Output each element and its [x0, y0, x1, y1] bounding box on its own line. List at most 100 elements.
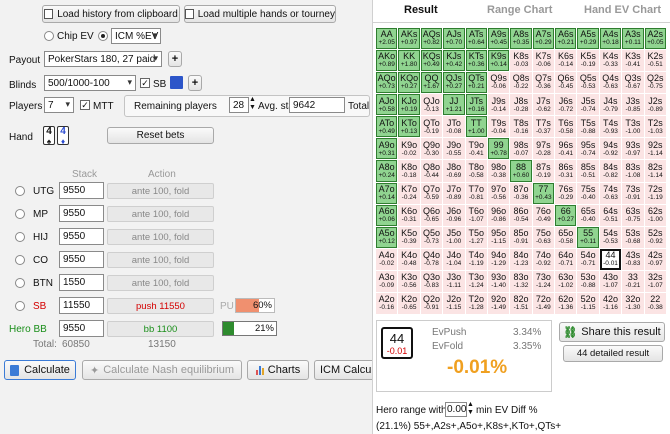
hand-cell[interactable]: KQo +0.27	[398, 72, 420, 94]
hand-cell[interactable]: Q9s -0.06	[487, 72, 510, 94]
hand-cell[interactable]: J4s -0.79	[599, 94, 622, 116]
hand-cell[interactable]: QTo -0.19	[420, 116, 443, 138]
hand-cell[interactable]: 65s -0.40	[577, 204, 599, 226]
hand-cell[interactable]: T5o -1.27	[465, 226, 487, 248]
hand-cell[interactable]: AQo +0.73	[376, 72, 398, 94]
hand-cell[interactable]: T9o -0.41	[465, 138, 487, 160]
hand-cell[interactable]: Q7s -0.36	[532, 72, 555, 94]
calculate-button[interactable]: Calculate	[4, 360, 76, 380]
chip-ev-radio[interactable]	[44, 31, 54, 41]
hand-cell[interactable]: 54s -0.53	[599, 226, 622, 248]
hand-cell[interactable]: A6o +0.06	[376, 204, 398, 226]
hand-cell[interactable]: 93o -1.40	[487, 270, 510, 292]
seat-stack-input[interactable]: 9550	[59, 320, 104, 337]
hand-cell[interactable]: 53s -0.68	[622, 226, 644, 248]
tab-range-chart[interactable]: Range Chart	[487, 4, 552, 16]
hand-cell[interactable]: KK +1.80	[398, 50, 420, 72]
hand-cell[interactable]: 43o -1.07	[599, 270, 622, 292]
hand-cell[interactable]: AQs +0.82	[420, 28, 443, 50]
min-ev-diff-input[interactable]: 0.00	[445, 402, 467, 417]
hand-cell[interactable]: 42o -1.16	[599, 292, 622, 314]
hand-cell[interactable]: 96s -0.41	[555, 138, 577, 160]
hand-cell[interactable]: 64o -0.71	[555, 248, 577, 270]
hand-cell[interactable]: 93s -0.97	[622, 138, 644, 160]
hand-cell[interactable]: 65o -0.58	[555, 226, 577, 248]
hand-cell[interactable]: 97s -0.28	[532, 138, 555, 160]
hand-cell[interactable]: Q4o -0.78	[420, 248, 443, 270]
hand-cell[interactable]: TT +1.00	[465, 116, 487, 138]
hand-cell[interactable]: Q5o -0.73	[420, 226, 443, 248]
hand-cell[interactable]: J2o -1.15	[443, 292, 465, 314]
add-payout-button[interactable]: +	[168, 51, 182, 67]
hand-cell[interactable]: 75s -0.40	[577, 182, 599, 204]
hand-cell[interactable]: 64s -0.51	[599, 204, 622, 226]
hand-cell[interactable]: Q3o -0.83	[420, 270, 443, 292]
seat-action[interactable]: ante 100, fold	[107, 275, 214, 291]
hand-cell[interactable]: Q6o -0.65	[420, 204, 443, 226]
hand-cell[interactable]: 96o -0.86	[487, 204, 510, 226]
add-blinds-button[interactable]: +	[188, 75, 202, 91]
hand-cell[interactable]: AKs +0.97	[398, 28, 420, 50]
hand-cell[interactable]: A9s +0.45	[487, 28, 510, 50]
hand-cell[interactable]: 54o -0.71	[577, 248, 599, 270]
hand-cell[interactable]: K3s -0.41	[622, 50, 644, 72]
seat-stack-input[interactable]: 1550	[59, 274, 104, 291]
hand-cell[interactable]: QQ +1.67	[420, 72, 443, 94]
hand-cell[interactable]: 52o -1.15	[577, 292, 599, 314]
hand-cell[interactable]: J2s -0.89	[644, 94, 666, 116]
min-ev-spinner-icon[interactable]: ▲ ▼	[467, 401, 474, 417]
icm-ev-radio[interactable]	[98, 31, 108, 41]
hand-cell[interactable]: 32s -1.07	[644, 270, 666, 292]
seat-action[interactable]: bb 1100	[107, 321, 214, 337]
hand-cell[interactable]: 88 +0.60	[510, 160, 532, 182]
hand-cell[interactable]: 62o -1.36	[555, 292, 577, 314]
share-result-button[interactable]: ⛓ Share this result	[559, 322, 665, 342]
seat-action[interactable]: ante 100, fold	[107, 252, 214, 268]
hand-cell[interactable]: T3s -1.00	[622, 116, 644, 138]
hand-cell[interactable]: 66 +0.27	[555, 204, 577, 226]
hand-cell[interactable]: T8s -0.16	[510, 116, 532, 138]
mtt-checkbox[interactable]: ✓	[80, 100, 90, 110]
hand-cell[interactable]: K2o -0.65	[398, 292, 420, 314]
hand-cell[interactable]: KJs +0.42	[443, 50, 465, 72]
seat-action[interactable]: ante 100, fold	[107, 183, 214, 199]
hand-cell[interactable]: 73o -1.24	[532, 270, 555, 292]
seat-radio-btn[interactable]	[15, 278, 25, 288]
hand-cell[interactable]: K7o -0.24	[398, 182, 420, 204]
nash-button[interactable]: ✦ Calculate Nash equilibrium	[82, 360, 242, 380]
hand-cell[interactable]: 33 -0.21	[622, 270, 644, 292]
hand-cell[interactable]: A2s +0.05	[644, 28, 666, 50]
hand-cell[interactable]: 87s -0.19	[532, 160, 555, 182]
hand-cell[interactable]: 62s -1.00	[644, 204, 666, 226]
hand-cell[interactable]: 72o -1.49	[532, 292, 555, 314]
hand-cell[interactable]: J5o -1.00	[443, 226, 465, 248]
hand-cell[interactable]: 76s -0.29	[555, 182, 577, 204]
hand-cell[interactable]: 85o -0.91	[510, 226, 532, 248]
hand-cell[interactable]: Q7o -0.59	[420, 182, 443, 204]
seat-stack-input[interactable]: 11550	[59, 297, 104, 314]
save-icon[interactable]	[170, 76, 183, 89]
tab-hand-ev-chart[interactable]: Hand EV Chart	[584, 4, 661, 16]
hand-cell[interactable]: K8o -0.18	[398, 160, 420, 182]
hand-cell[interactable]: K9s +0.14	[487, 50, 510, 72]
hand-cell[interactable]: 53o -0.88	[577, 270, 599, 292]
hand-cell[interactable]: 77 +0.43	[532, 182, 555, 204]
hand-cell[interactable]: 82s -1.14	[644, 160, 666, 182]
hand-cell[interactable]: 98o -0.38	[487, 160, 510, 182]
hand-cell[interactable]: 52s -0.92	[644, 226, 666, 248]
hand-cell[interactable]: J9o -0.55	[443, 138, 465, 160]
icm-calculator-button[interactable]: ICM Calcu	[314, 360, 372, 380]
hand-cell[interactable]: A5o +0.12	[376, 226, 398, 248]
hand-cell[interactable]: Q6s -0.45	[555, 72, 577, 94]
seat-stack-input[interactable]: 9550	[59, 228, 104, 245]
hand-cell[interactable]: Q8s -0.22	[510, 72, 532, 94]
hand-cell[interactable]: K3o -0.56	[398, 270, 420, 292]
hero-card-1[interactable]: 4 ♠	[43, 126, 55, 146]
blinds-select[interactable]: 500/1000-100	[44, 75, 136, 91]
hand-cell[interactable]: A9o +0.31	[376, 138, 398, 160]
hand-cell[interactable]: 75o -0.63	[532, 226, 555, 248]
hand-cell[interactable]: 94s -0.92	[599, 138, 622, 160]
hand-cell[interactable]: A8o +0.24	[376, 160, 398, 182]
hand-cell[interactable]: Q8o -0.44	[420, 160, 443, 182]
hand-cell[interactable]: J7o -0.89	[443, 182, 465, 204]
